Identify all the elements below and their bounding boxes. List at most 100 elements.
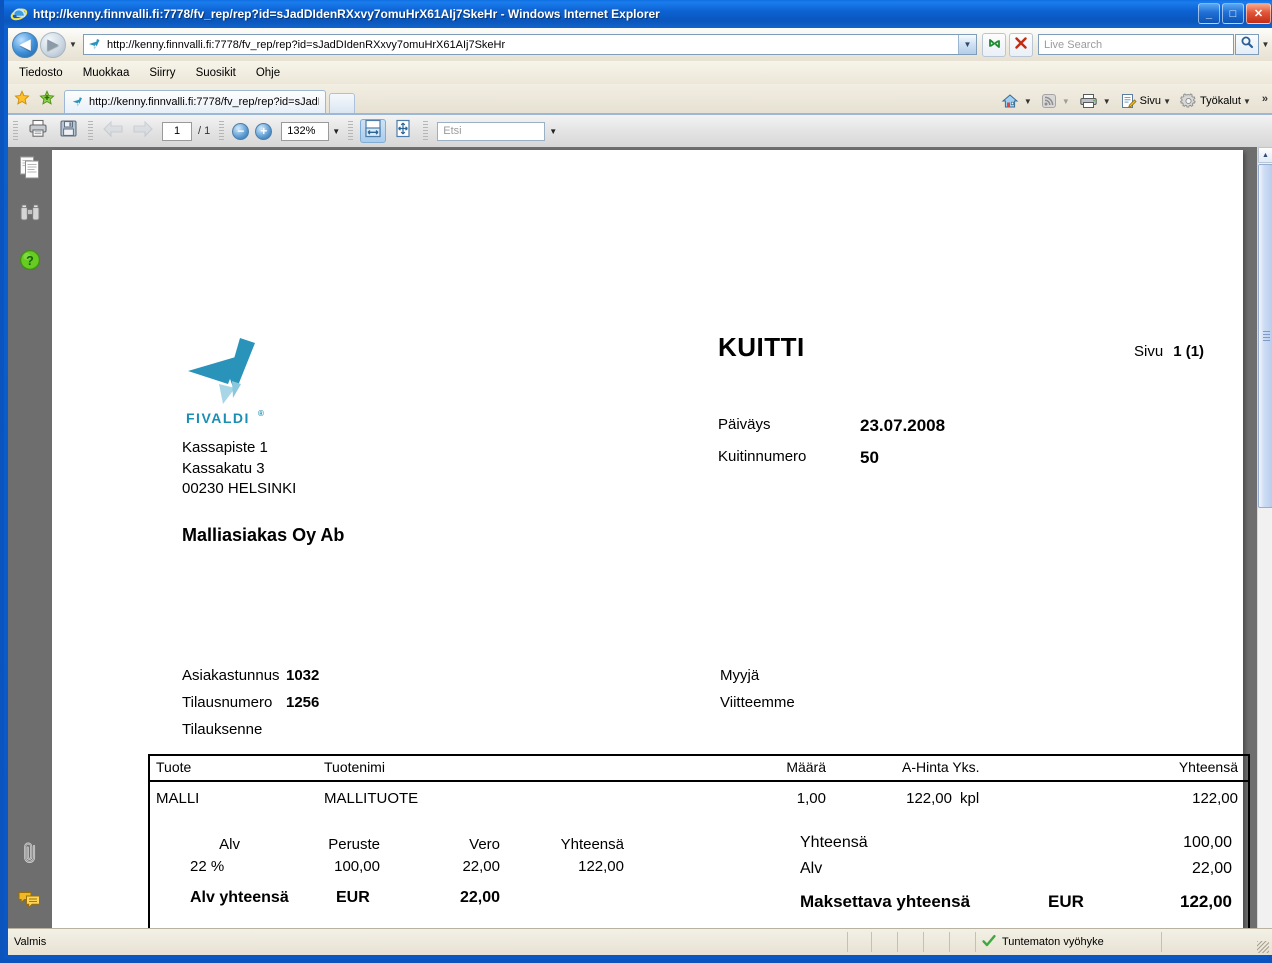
toolbar-grip[interactable] xyxy=(219,121,225,141)
attachments-paperclip-icon xyxy=(19,840,41,871)
tools-menu-button[interactable]: Työkalut ▼ xyxy=(1178,93,1258,109)
fivaldi-mark-icon xyxy=(188,338,255,404)
page-menu-label: Sivu xyxy=(1139,95,1162,107)
totals-block: Yhteensä 100,00 Alv 22,00 Maksettava yht… xyxy=(800,834,1240,918)
seller-address-line-1: Kassapiste 1 xyxy=(182,439,268,456)
vat-cell-tax: 22,00 xyxy=(462,858,500,875)
page-indicator: Sivu 1 (1) xyxy=(1134,343,1204,360)
menu-item-siirry[interactable]: Siirry xyxy=(140,65,184,81)
pages-icon xyxy=(18,155,42,186)
pdf-save-button[interactable] xyxy=(55,119,81,143)
reference-block-left: Asiakastunnus 1032 Tilausnumero 1256 Tilau… xyxy=(182,662,319,743)
scrollbar-thumb[interactable] xyxy=(1258,164,1272,508)
menu-item-tiedosto[interactable]: Tiedosto xyxy=(10,65,72,81)
command-bar: ▼ ▼ ▼ Sivu ▼ Työkalut ▼ » xyxy=(999,93,1272,109)
new-tab-button[interactable] xyxy=(329,93,355,113)
security-zone-text: Tuntematon vyöhyke xyxy=(1002,936,1104,948)
comments-panel-button[interactable] xyxy=(8,878,52,924)
scroll-up-button[interactable]: ▲ xyxy=(1258,147,1272,163)
security-zone-indicator[interactable]: Tuntematon vyöhyke xyxy=(976,932,1162,952)
close-button[interactable]: ✕ xyxy=(1246,3,1271,24)
help-panel-button[interactable]: ? xyxy=(8,239,52,285)
receipt-document: FIVALDI ® Kassapiste 1 Kassakatu 3 00230… xyxy=(52,150,1250,928)
history-dropdown[interactable]: ▼ xyxy=(66,40,80,49)
chevron-down-icon[interactable]: ▼ xyxy=(1163,97,1171,106)
gear-icon xyxy=(1180,93,1197,109)
arrow-left-icon xyxy=(102,120,124,143)
page-indicator-value: 1 (1) xyxy=(1173,343,1205,360)
toolbar-grip[interactable] xyxy=(88,121,93,141)
zoom-in-button[interactable]: + xyxy=(255,122,273,140)
refresh-button[interactable] xyxy=(982,32,1006,57)
menu-item-suosikit[interactable]: Suosikit xyxy=(187,65,245,81)
pdf-document-viewport[interactable]: FIVALDI ® Kassapiste 1 Kassakatu 3 00230… xyxy=(52,147,1257,928)
product-table-header: Tuote Tuotenimi Määrä A-Hinta Yks. Yhtee… xyxy=(150,756,1248,782)
zoom-level-input[interactable]: 132% xyxy=(281,121,330,141)
menu-item-ohje[interactable]: Ohje xyxy=(247,65,289,81)
pdf-prev-page-button[interactable] xyxy=(100,119,126,143)
maximize-button[interactable]: □ xyxy=(1222,3,1244,24)
resize-grip[interactable] xyxy=(1257,941,1269,953)
stop-button[interactable] xyxy=(1009,32,1033,57)
plus-icon: + xyxy=(260,124,268,138)
reference-block-right: Myyjä Viitteemme xyxy=(720,662,795,716)
cell-unit: kpl xyxy=(960,790,980,807)
search-panel-button[interactable] xyxy=(8,193,52,239)
status-bar: Valmis Tuntematon vyöhyke xyxy=(8,928,1272,955)
pdf-print-button[interactable] xyxy=(25,119,51,143)
forward-button[interactable]: ▶ xyxy=(40,31,66,58)
page-menu-button[interactable]: Sivu ▼ xyxy=(1118,93,1178,109)
chevron-down-icon[interactable]: ▼ xyxy=(1243,97,1251,106)
status-cell xyxy=(924,932,950,952)
browser-tab[interactable]: http://kenny.finnvalli.fi:7778/fv_rep/re… xyxy=(64,90,326,113)
chevron-down-icon: ▼ xyxy=(1061,96,1070,106)
back-button[interactable]: ◀ xyxy=(12,31,38,58)
print-button[interactable]: ▼ xyxy=(1077,93,1118,109)
fit-width-icon xyxy=(363,119,383,143)
zoom-dropdown-button[interactable]: ▼ xyxy=(329,127,343,136)
vertical-scrollbar[interactable]: ▲ xyxy=(1257,147,1272,928)
seller-address-line-2: Kassakatu 3 xyxy=(182,459,265,477)
live-search-input[interactable]: Live Search xyxy=(1038,34,1234,55)
vat-row: 22 % 100,00 22,00 122,00 xyxy=(150,858,790,880)
find-dropdown-button[interactable]: ▼ xyxy=(545,127,561,136)
arrow-left-icon: ◀ xyxy=(19,36,31,53)
toolbar-grip[interactable] xyxy=(13,121,18,141)
find-input[interactable]: Etsi xyxy=(437,121,546,141)
url-text: http://kenny.finnvalli.fi:7778/fv_rep/re… xyxy=(107,38,506,51)
feeds-button[interactable]: ▼ xyxy=(1039,93,1077,109)
live-search-placeholder: Live Search xyxy=(1044,38,1103,51)
arrow-right-icon: ▶ xyxy=(47,36,59,53)
page-indicator-label: Sivu xyxy=(1134,343,1164,360)
fit-width-button[interactable] xyxy=(360,119,387,143)
minimize-icon: _ xyxy=(1205,8,1213,20)
title-bar: http://kenny.finnvalli.fi:7778/fv_rep/re… xyxy=(4,0,1272,28)
attachments-panel-button[interactable] xyxy=(8,832,52,878)
pdf-next-page-button[interactable] xyxy=(130,119,156,143)
ref-value-customer-id: 1032 xyxy=(286,667,320,684)
comments-icon xyxy=(17,888,43,915)
url-dropdown-button[interactable]: ▼ xyxy=(958,35,976,54)
ref-key-seller: Myyjä xyxy=(720,667,760,684)
toolbar-grip[interactable] xyxy=(423,121,429,141)
chevron-down-icon[interactable]: ▼ xyxy=(1103,97,1111,106)
toolbar-grip[interactable] xyxy=(348,121,354,141)
maximize-icon: □ xyxy=(1229,7,1237,20)
home-button[interactable]: ▼ xyxy=(999,93,1039,109)
zoom-out-button[interactable]: − xyxy=(232,122,250,140)
fit-page-button[interactable] xyxy=(390,119,416,143)
minimize-button[interactable]: _ xyxy=(1198,3,1220,24)
add-favorite-button[interactable] xyxy=(37,89,57,109)
search-provider-dropdown[interactable]: ▼ xyxy=(1259,34,1272,55)
command-bar-overflow-button[interactable]: » xyxy=(1262,93,1268,105)
url-bar[interactable]: http://kenny.finnvalli.fi:7778/fv_rep/re… xyxy=(83,34,977,55)
menu-item-muokkaa[interactable]: Muokkaa xyxy=(74,65,139,81)
favorites-center-button[interactable] xyxy=(12,89,32,109)
window-controls: _ □ ✕ xyxy=(1198,3,1271,24)
rss-icon xyxy=(1041,93,1057,109)
page-number-input[interactable]: 1 xyxy=(162,121,192,141)
ref-row-seller: Myyjä xyxy=(720,662,795,689)
chevron-down-icon[interactable]: ▼ xyxy=(1024,97,1032,106)
pages-panel-button[interactable] xyxy=(8,147,52,193)
search-go-button[interactable] xyxy=(1235,34,1259,55)
